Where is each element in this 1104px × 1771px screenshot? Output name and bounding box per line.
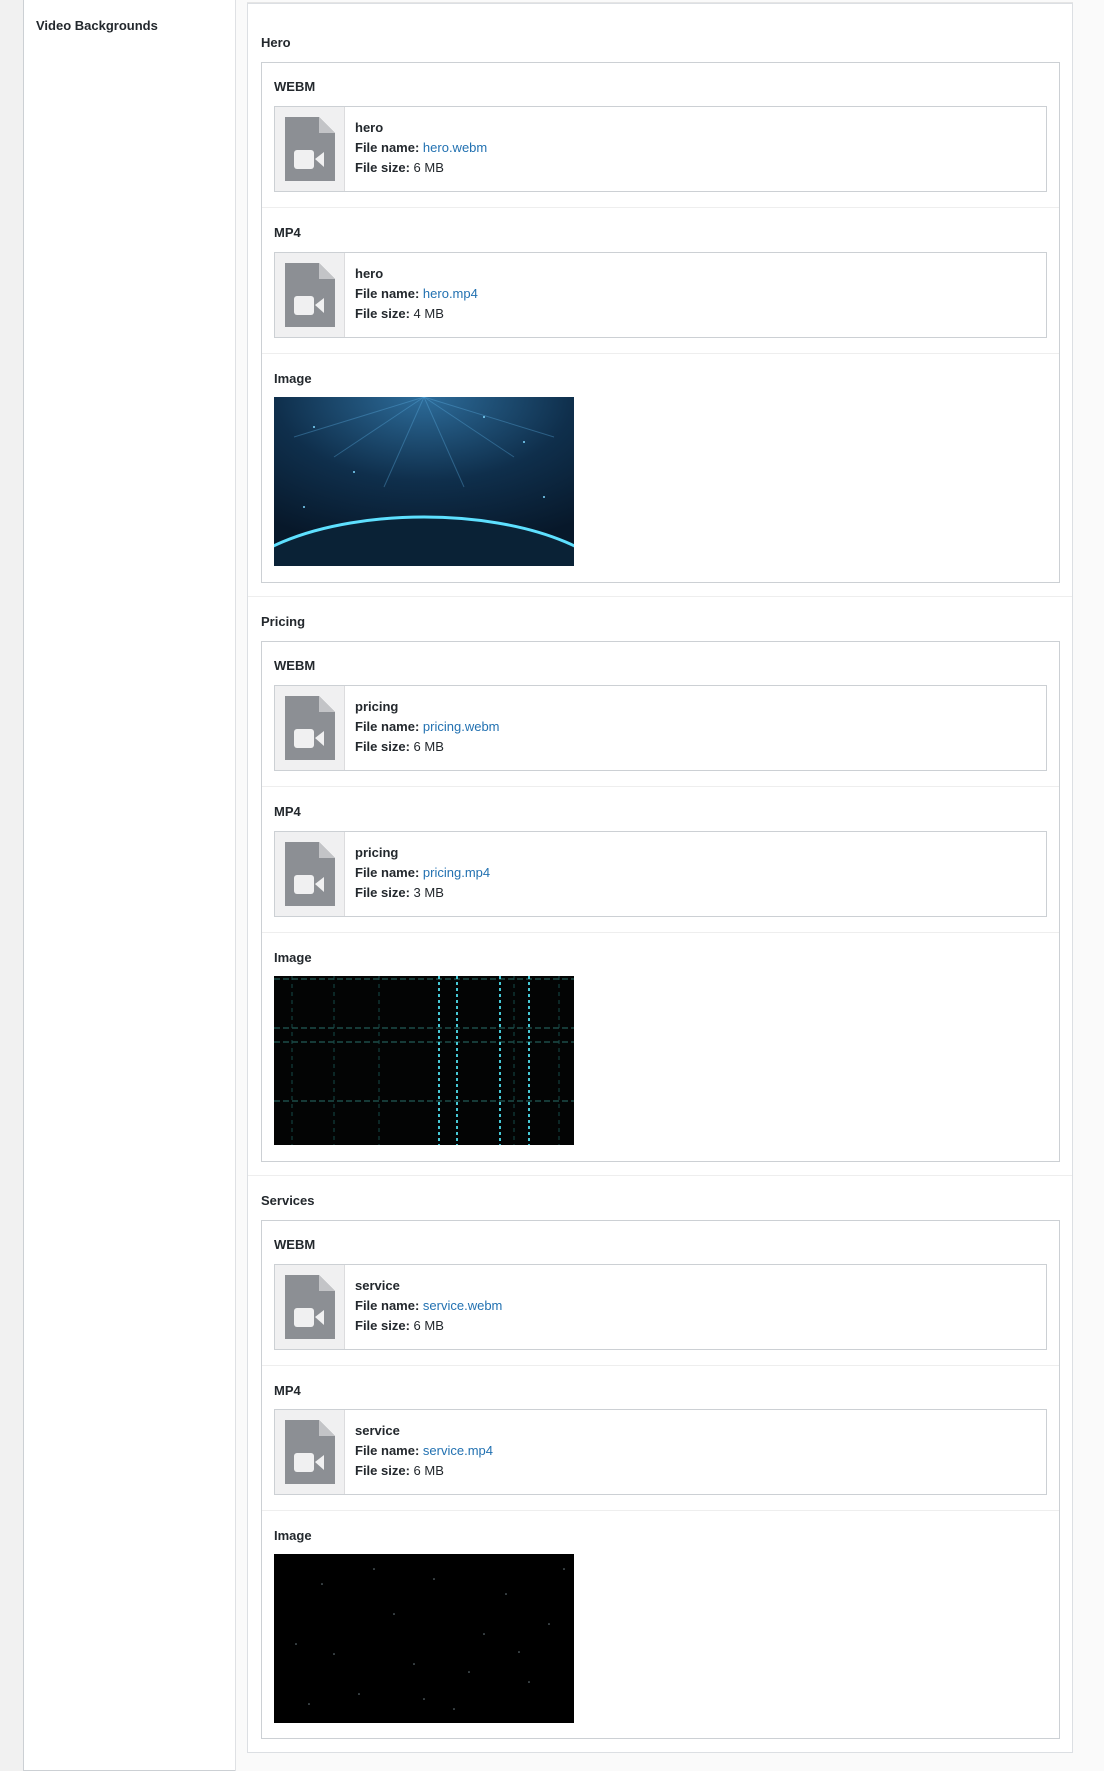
- file-name-label: File name:: [355, 1443, 420, 1458]
- image-label: Image: [274, 950, 312, 965]
- file-name-label: File name:: [355, 1298, 420, 1313]
- hero-webm-file-card[interactable]: hero File name: hero.webm File size: 6 M…: [274, 106, 1047, 192]
- file-title: service: [355, 1278, 400, 1293]
- pricing-webm-file-card[interactable]: pricing File name: pricing.webm File siz…: [274, 685, 1047, 771]
- hero-mp4-file-card[interactable]: hero File name: hero.mp4 File size: 4 MB: [274, 252, 1047, 338]
- file-size-label: File size:: [355, 885, 410, 900]
- file-name-label: File name:: [355, 286, 420, 301]
- file-name-link[interactable]: hero.mp4: [423, 286, 478, 301]
- pricing-mp4-file-card[interactable]: pricing File name: pricing.mp4 File size…: [274, 831, 1047, 917]
- video-file-icon: [275, 832, 345, 916]
- file-size-value: 6 MB: [413, 1463, 444, 1478]
- file-size-value: 3 MB: [413, 885, 444, 900]
- file-size-label: File size:: [355, 739, 410, 754]
- separator: [262, 1365, 1059, 1366]
- separator: [262, 353, 1059, 354]
- file-title: pricing: [355, 845, 399, 860]
- file-size-value: 4 MB: [413, 306, 444, 321]
- video-file-icon: [275, 253, 345, 337]
- group-title-services: Services: [261, 1193, 315, 1208]
- file-name-label: File name:: [355, 140, 420, 155]
- file-title: hero: [355, 120, 384, 135]
- webm-label: WEBM: [274, 79, 316, 94]
- file-name-link[interactable]: pricing.webm: [423, 719, 500, 734]
- file-size-label: File size:: [355, 1463, 410, 1478]
- file-size-value: 6 MB: [413, 739, 444, 754]
- group-title-hero: Hero: [261, 35, 291, 50]
- webm-label: WEBM: [274, 1237, 316, 1252]
- video-file-icon: [275, 107, 345, 191]
- cyan-grid-image: [274, 976, 574, 1145]
- video-file-icon: [275, 1265, 345, 1349]
- mp4-label: MP4: [274, 1383, 301, 1398]
- pricing-image-preview[interactable]: [274, 976, 574, 1145]
- services-image-preview[interactable]: [274, 1554, 574, 1723]
- services-mp4-file-card[interactable]: service File name: service.mp4 File size…: [274, 1409, 1047, 1495]
- file-name-label: File name:: [355, 865, 420, 880]
- file-name-link[interactable]: hero.webm: [423, 140, 487, 155]
- video-file-icon: [275, 1410, 345, 1494]
- file-title: pricing: [355, 699, 399, 714]
- image-label: Image: [274, 371, 312, 386]
- field-label-video-backgrounds: Video Backgrounds: [36, 18, 158, 33]
- file-size-label: File size:: [355, 1318, 410, 1333]
- file-size-value: 6 MB: [413, 160, 444, 175]
- separator: [262, 786, 1059, 787]
- file-name-label: File name:: [355, 719, 420, 734]
- earth-glow-image: [274, 397, 574, 566]
- file-size-value: 6 MB: [413, 1318, 444, 1333]
- separator: [262, 207, 1059, 208]
- file-name-link[interactable]: service.webm: [423, 1298, 502, 1313]
- group-separator: [248, 1175, 1072, 1176]
- services-webm-file-card[interactable]: service File name: service.webm File siz…: [274, 1264, 1047, 1350]
- file-size-label: File size:: [355, 306, 410, 321]
- video-file-icon: [275, 686, 345, 770]
- file-title: service: [355, 1423, 400, 1438]
- file-name-link[interactable]: pricing.mp4: [423, 865, 490, 880]
- group-separator: [248, 596, 1072, 597]
- group-title-pricing: Pricing: [261, 614, 306, 629]
- file-size-label: File size:: [355, 160, 410, 175]
- starfield-image: [274, 1554, 574, 1723]
- mp4-label: MP4: [274, 804, 301, 819]
- separator: [262, 932, 1059, 933]
- file-name-link[interactable]: service.mp4: [423, 1443, 493, 1458]
- separator: [262, 1510, 1059, 1511]
- webm-label: WEBM: [274, 658, 316, 673]
- mp4-label: MP4: [274, 225, 301, 240]
- file-title: hero: [355, 266, 384, 281]
- hero-image-preview[interactable]: [274, 397, 574, 566]
- image-label: Image: [274, 1528, 312, 1543]
